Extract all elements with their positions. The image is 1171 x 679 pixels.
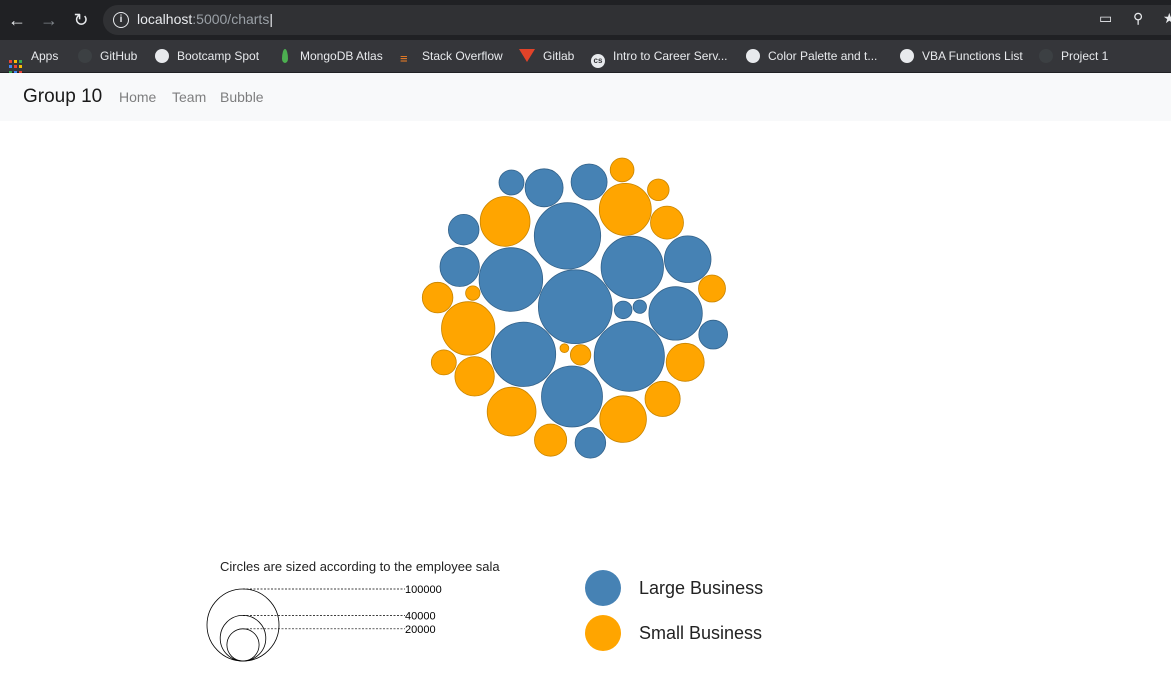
- bubble-large-17[interactable]: [632, 299, 647, 314]
- bubble-small-18[interactable]: [441, 301, 496, 356]
- bubble-large-5[interactable]: [600, 235, 664, 299]
- mongodb-leaf-icon: [282, 49, 288, 63]
- navbar-brand[interactable]: Group 10: [23, 86, 102, 108]
- stack-overflow-icon: ≡: [400, 51, 408, 66]
- bubble-large-4[interactable]: [478, 247, 544, 312]
- bubble-small-34[interactable]: [465, 285, 481, 301]
- forward-arrow-icon[interactable]: →: [37, 8, 61, 32]
- bubble-large-12[interactable]: [448, 213, 480, 246]
- bookmark-bootcamp-spot[interactable]: Bootcamp Spot: [155, 40, 259, 72]
- size-legend-label-20000: 20000: [405, 624, 436, 636]
- bubble-small-21[interactable]: [486, 386, 537, 437]
- globe-icon: [746, 49, 760, 63]
- bubble-small-27[interactable]: [534, 423, 568, 457]
- bubble-small-24[interactable]: [665, 342, 705, 382]
- bubble-large-8[interactable]: [664, 235, 712, 283]
- bookmark-stack-overflow[interactable]: ≡ Stack Overflow: [400, 40, 503, 72]
- bubble-small-29[interactable]: [698, 274, 726, 303]
- bubble-chart: [421, 157, 728, 459]
- bubble-large-15[interactable]: [498, 169, 525, 196]
- bubble-small-22[interactable]: [599, 395, 647, 443]
- bubble-large-6[interactable]: [541, 365, 603, 428]
- bubble-small-30[interactable]: [430, 349, 457, 376]
- size-legend-label-100000: 100000: [405, 584, 442, 596]
- bubble-small-19[interactable]: [598, 183, 652, 236]
- bubble-large-16[interactable]: [614, 300, 633, 320]
- bubble-small-31[interactable]: [609, 157, 635, 183]
- nav-link-team[interactable]: Team: [172, 89, 206, 105]
- size-legend-circle-100000: [206, 588, 280, 662]
- bookmark-intro-career-services[interactable]: cs Intro to Career Serv...: [591, 40, 728, 72]
- size-legend: Circles are sized according to the emplo…: [206, 559, 500, 662]
- globe-icon: [155, 49, 169, 63]
- size-legend-title: Circles are sized according to the emplo…: [220, 559, 500, 574]
- bubble-large-3[interactable]: [490, 321, 557, 387]
- bookmark-color-palette[interactable]: Color Palette and t...: [746, 40, 877, 72]
- nav-link-home[interactable]: Home: [119, 89, 156, 105]
- browser-toolbar: ← → ↻ i localhost:5000/charts| ▭ ⚲ ★: [0, 0, 1171, 40]
- bubble-large-11[interactable]: [570, 163, 608, 201]
- bubble-small-25[interactable]: [644, 380, 681, 417]
- globe-icon: [900, 49, 914, 63]
- bubble-small-32[interactable]: [647, 178, 670, 202]
- zoom-icon[interactable]: ⚲: [1133, 10, 1143, 27]
- cast-icon[interactable]: ▭: [1099, 10, 1112, 27]
- bookmark-project-1[interactable]: Project 1: [1039, 40, 1108, 72]
- bubble-small-28[interactable]: [421, 281, 454, 314]
- back-arrow-icon[interactable]: ←: [5, 8, 29, 32]
- reload-icon[interactable]: ↻: [69, 8, 93, 32]
- legend-label-1: Small Business: [639, 623, 762, 643]
- bubble-large-14[interactable]: [698, 319, 728, 350]
- bubble-large-2[interactable]: [533, 202, 602, 270]
- size-legend-label-40000: 40000: [405, 611, 436, 623]
- legend-label-0: Large Business: [639, 578, 763, 598]
- bubble-large-13[interactable]: [574, 427, 607, 459]
- bubble-large-1[interactable]: [593, 320, 665, 392]
- url-text[interactable]: localhost:5000/charts|: [137, 11, 273, 27]
- bubble-small-20[interactable]: [479, 196, 531, 247]
- legend-swatch-0: [585, 570, 621, 606]
- github-icon: [1039, 49, 1053, 63]
- bookmark-mongodb-atlas[interactable]: MongoDB Atlas: [278, 40, 383, 72]
- bubble-large-0[interactable]: [537, 269, 613, 344]
- nav-link-bubble[interactable]: Bubble: [220, 89, 264, 105]
- bookmark-github[interactable]: GitHub: [78, 40, 137, 72]
- apps-grid-icon: [9, 60, 23, 74]
- star-icon[interactable]: ★: [1163, 10, 1171, 27]
- size-legend-circle-40000: [219, 614, 267, 662]
- bookmark-gitlab[interactable]: Gitlab: [519, 40, 574, 72]
- bubble-large-10[interactable]: [524, 168, 564, 208]
- bubble-small-35[interactable]: [559, 343, 570, 354]
- cs-icon: cs: [591, 54, 605, 68]
- info-icon[interactable]: i: [113, 12, 129, 28]
- site-navbar: Group 10 Home Team Bubble: [0, 73, 1171, 121]
- address-bar[interactable]: i localhost:5000/charts| ▭ ⚲ ★: [103, 5, 1171, 35]
- bookmarks-bar: Apps GitHub Bootcamp Spot MongoDB Atlas …: [0, 40, 1171, 74]
- legend-swatch-1: [585, 615, 621, 651]
- github-icon: [78, 49, 92, 63]
- bubble-large-9[interactable]: [439, 246, 480, 287]
- color-legend: Large Business Small Business: [585, 570, 763, 651]
- bookmark-apps[interactable]: Apps: [9, 40, 58, 74]
- gitlab-icon: [519, 49, 535, 62]
- bubble-small-33[interactable]: [569, 344, 592, 366]
- size-legend-circle-20000: [226, 628, 260, 662]
- bubble-large-7[interactable]: [648, 286, 703, 341]
- bookmark-vba-functions[interactable]: VBA Functions List: [900, 40, 1023, 72]
- bubble-small-26[interactable]: [650, 205, 684, 240]
- bubble-small-23[interactable]: [454, 356, 495, 397]
